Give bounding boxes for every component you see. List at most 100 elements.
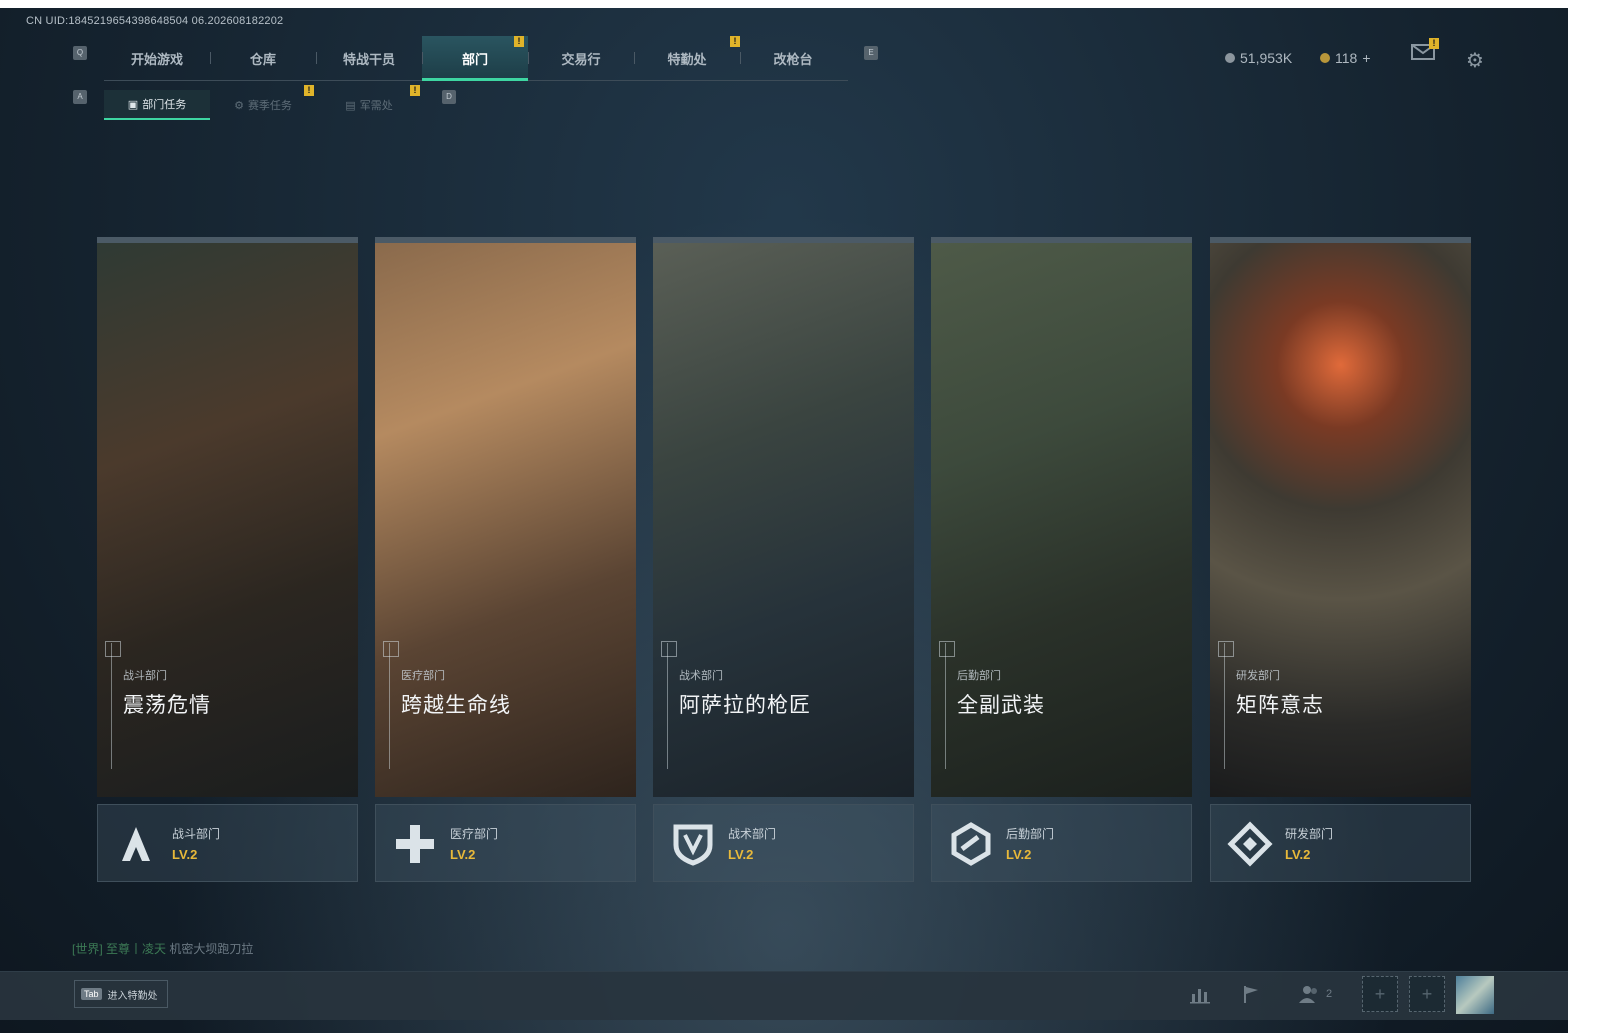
- department-card-tactical[interactable]: 战术部门 阿萨拉的枪匠 战术部门 LV.2: [653, 237, 914, 882]
- department-card-research[interactable]: 研发部门 矩阵意志 研发部门 LV.2: [1210, 237, 1471, 882]
- card-title: 全副武装: [957, 694, 1045, 717]
- logistics-dept-icon: [951, 822, 991, 866]
- subtab-department-tasks[interactable]: ▣ 部门任务: [104, 90, 210, 120]
- tab-operators[interactable]: 特战干员: [316, 36, 422, 80]
- tab-department[interactable]: 部门 !: [422, 36, 528, 81]
- expand-icon: [661, 641, 677, 657]
- medical-dept-icon: [396, 825, 434, 863]
- card-artwork: 研发部门 矩阵意志: [1210, 237, 1471, 797]
- card-title: 跨越生命线: [401, 694, 511, 717]
- card-artwork: 后勤部门 全副武装: [931, 237, 1192, 797]
- sub-nav: ▣ 部门任务 ⚙ 赛季任务 ! ▤ 军需处 !: [104, 85, 422, 120]
- tab-label: 交易行: [561, 51, 601, 67]
- card-title: 矩阵意志: [1236, 694, 1324, 717]
- card-category: 研发部门: [1236, 670, 1280, 682]
- department-info: 战术部门 LV.2: [653, 804, 914, 882]
- squad-button[interactable]: 2: [1298, 984, 1332, 1004]
- stats-button[interactable]: [1190, 984, 1212, 1009]
- window-top-edge: [0, 0, 1602, 8]
- subtab-label: 部门任务: [142, 99, 187, 111]
- nav-prev-key-hint: Q: [73, 46, 87, 60]
- tab-label: 特战干员: [342, 51, 395, 67]
- card-category: 后勤部门: [957, 670, 1001, 682]
- department-info: 后勤部门 LV.2: [931, 804, 1192, 882]
- expand-icon: [383, 641, 399, 657]
- department-name: 后勤部门: [1006, 827, 1055, 841]
- silver-currency: 51,953K: [1225, 50, 1292, 66]
- department-level: LV.2: [172, 847, 198, 862]
- alert-badge: !: [514, 36, 524, 47]
- subtab-label: 军需处: [359, 100, 393, 112]
- silver-coin-icon: [1225, 53, 1235, 63]
- expand-icon: [939, 641, 955, 657]
- card-divider: [389, 643, 390, 769]
- department-card-logistics[interactable]: 后勤部门 全副武装 后勤部门 LV.2: [931, 237, 1192, 882]
- squad-count: 2: [1326, 988, 1333, 1000]
- minimap-thumbnail[interactable]: [1456, 976, 1494, 1014]
- task-icon: ▣: [127, 98, 139, 111]
- enter-special-ops-button[interactable]: Tab 进入特勤处: [74, 980, 168, 1008]
- alert-badge: !: [1429, 38, 1439, 49]
- player-uid: CN UID:1845219654398648504 06.2026081822…: [26, 15, 284, 27]
- card-category: 战术部门: [679, 670, 723, 682]
- department-card-combat[interactable]: 战斗部门 震荡危情 战斗部门 LV.2: [97, 237, 358, 882]
- tab-label: 开始游戏: [130, 51, 183, 67]
- add-currency-button[interactable]: +: [1362, 50, 1370, 66]
- department-name: 医疗部门: [450, 827, 499, 841]
- card-divider: [667, 643, 668, 769]
- department-level: LV.2: [728, 847, 754, 862]
- mail-button[interactable]: !: [1411, 38, 1439, 65]
- card-artwork: 战斗部门 震荡危情: [97, 237, 358, 797]
- card-category: 战斗部门: [123, 670, 167, 682]
- tab-start-game[interactable]: 开始游戏: [104, 36, 210, 80]
- department-level: LV.2: [450, 847, 476, 862]
- world-chat-line[interactable]: [世界] 至尊丨凌天 机密大坝跑刀拉: [72, 940, 253, 957]
- combat-dept-icon: [122, 827, 150, 861]
- gold-currency[interactable]: 118 +: [1320, 50, 1371, 66]
- department-level: LV.2: [1285, 847, 1311, 862]
- gold-amount: 118: [1335, 50, 1358, 66]
- alert-badge: !: [730, 36, 740, 47]
- subtab-season-tasks[interactable]: ⚙ 赛季任务 !: [210, 85, 316, 120]
- expand-icon: [1218, 641, 1234, 657]
- department-name: 研发部门: [1285, 827, 1334, 841]
- department-screen: CN UID:1845219654398648504 06.2026081822…: [0, 8, 1568, 1033]
- card-divider: [1224, 643, 1225, 769]
- department-info: 研发部门 LV.2: [1210, 804, 1471, 882]
- gold-coin-icon: [1320, 53, 1330, 63]
- chat-message: 机密大坝跑刀拉: [169, 942, 254, 956]
- card-artwork: 战术部门 阿萨拉的枪匠: [653, 237, 914, 797]
- flag-button[interactable]: [1242, 984, 1262, 1009]
- tab-gunsmith[interactable]: 改枪台: [740, 36, 846, 80]
- card-title: 阿萨拉的枪匠: [679, 694, 811, 717]
- department-name: 战术部门: [728, 827, 777, 841]
- department-name: 战斗部门: [172, 827, 221, 841]
- main-nav: 开始游戏 仓库 特战干员 部门 ! 交易行 特勤处 ! 改枪台: [104, 36, 848, 81]
- chat-channel: [世界]: [72, 942, 103, 956]
- card-divider: [111, 643, 112, 769]
- alert-badge: !: [304, 85, 314, 96]
- card-artwork: 医疗部门 跨越生命线: [375, 237, 636, 797]
- subtab-quartermaster[interactable]: ▤ 军需处 !: [316, 85, 422, 120]
- expand-icon: [105, 641, 121, 657]
- settings-button[interactable]: ⚙: [1466, 48, 1484, 73]
- tab-special-ops[interactable]: 特勤处 !: [634, 36, 740, 80]
- chat-user: 至尊丨凌天: [106, 942, 167, 956]
- window-right-edge: [1568, 0, 1602, 1033]
- silver-amount: 51,953K: [1240, 50, 1293, 66]
- plus-icon: +: [1421, 984, 1433, 1004]
- empty-slot[interactable]: +: [1409, 976, 1445, 1012]
- tab-warehouse[interactable]: 仓库: [210, 36, 316, 80]
- card-title: 震荡危情: [123, 694, 211, 717]
- empty-slot[interactable]: +: [1362, 976, 1398, 1012]
- alert-badge: !: [410, 85, 420, 96]
- supply-icon: ▤: [345, 99, 356, 112]
- enter-special-ops-label: 进入特勤处: [107, 990, 158, 1002]
- bar-chart-icon: [1190, 989, 1210, 1004]
- nav-next-key-hint: E: [864, 46, 878, 60]
- department-card-medical[interactable]: 医疗部门 跨越生命线 医疗部门 LV.2: [375, 237, 636, 882]
- gear-icon: ⚙: [1466, 50, 1484, 72]
- tab-trading[interactable]: 交易行: [528, 36, 634, 80]
- gear-icon: ⚙: [234, 99, 244, 112]
- tactical-dept-icon: [673, 824, 713, 866]
